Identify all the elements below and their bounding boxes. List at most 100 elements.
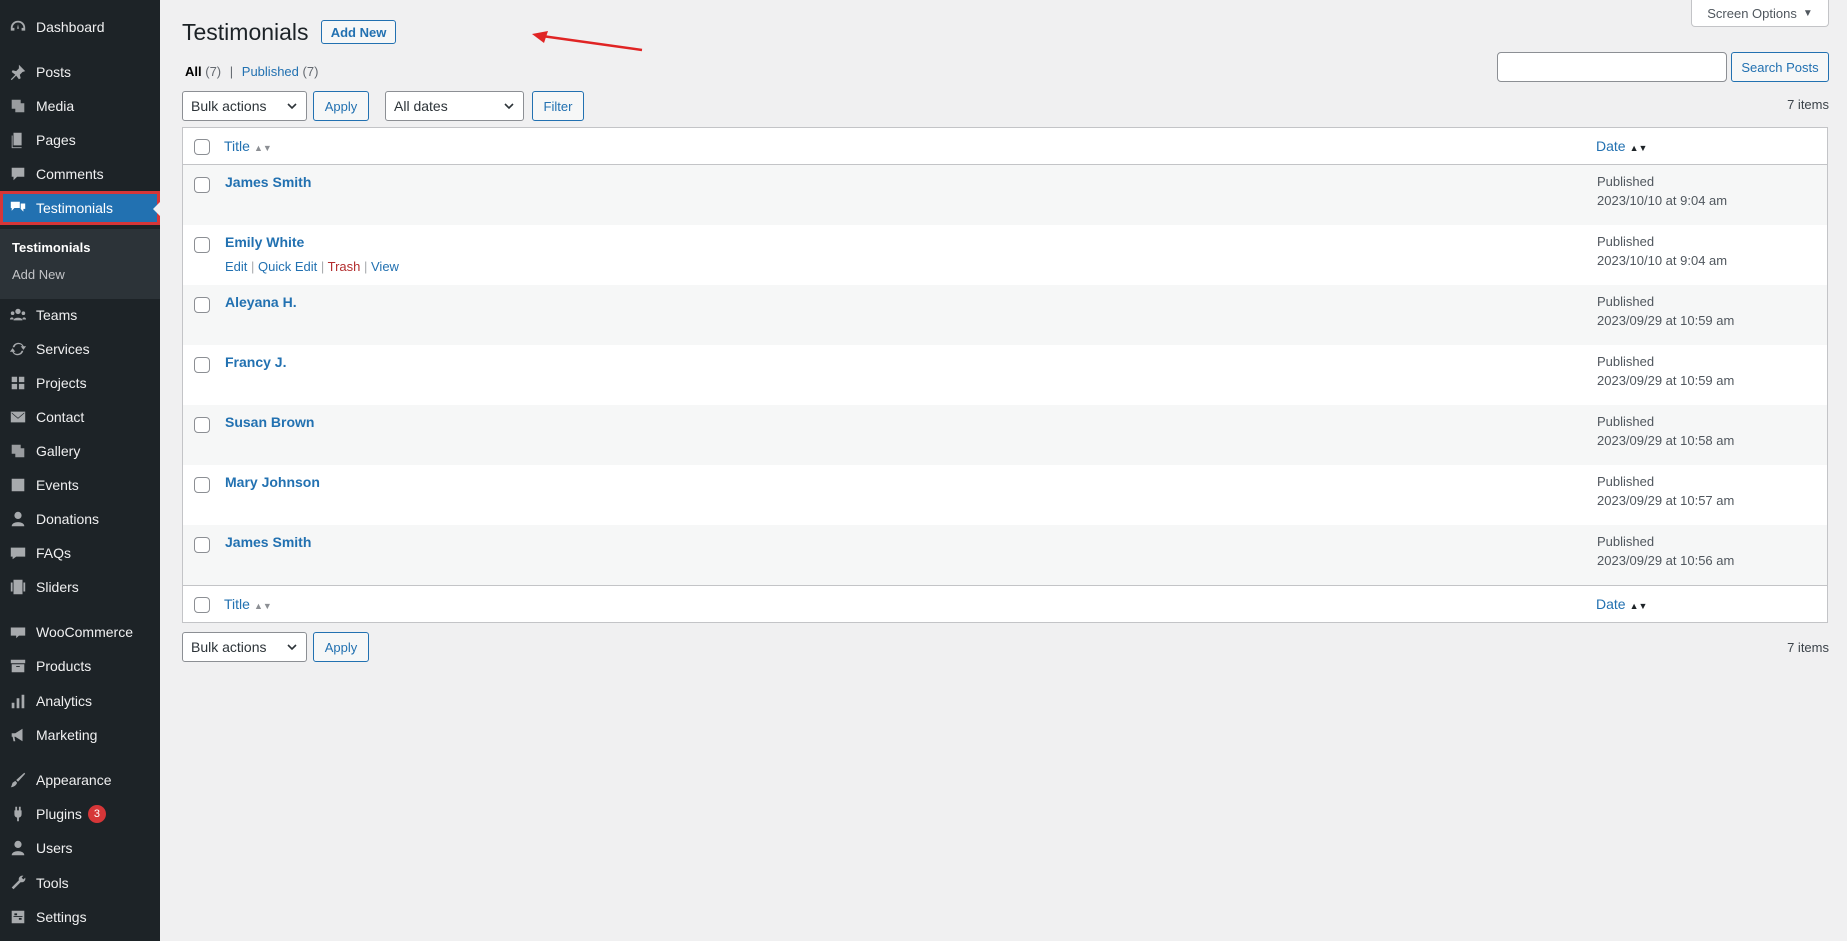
search-input[interactable] — [1497, 52, 1727, 82]
sidebar-item-teams[interactable]: Teams — [0, 298, 160, 332]
search-posts-button[interactable]: Search Posts — [1731, 52, 1829, 82]
sidebar-item-faqs[interactable]: FAQs — [0, 536, 160, 570]
row-title-link[interactable]: Francy J. — [225, 354, 286, 370]
chat-icon — [0, 544, 36, 562]
title-column-label: Title — [224, 138, 250, 154]
sidebar-item-analytics[interactable]: Analytics — [0, 684, 160, 718]
date-column-label: Date — [1596, 138, 1626, 154]
sidebar-item-contact[interactable]: Contact — [0, 400, 160, 434]
views-separator: | — [229, 64, 234, 79]
trash-link[interactable]: Trash — [328, 259, 361, 274]
sidebar-item-sliders[interactable]: Sliders — [0, 570, 160, 604]
title-column-header[interactable]: Title ▲▼ — [224, 138, 272, 154]
bulk-actions-value: Bulk actions — [191, 639, 267, 655]
sidebar-item-testimonials[interactable]: Testimonials — [0, 191, 161, 225]
view-all-link[interactable]: All — [185, 64, 202, 79]
quick-edit-link[interactable]: Quick Edit — [258, 259, 317, 274]
sidebar-item-users[interactable]: Users — [0, 831, 160, 865]
sidebar-item-appearance[interactable]: Appearance — [0, 763, 160, 797]
sidebar-item-plugins[interactable]: Plugins 3 — [0, 797, 160, 831]
sidebar-item-settings[interactable]: Settings — [0, 900, 160, 934]
submenu-item-add-new[interactable]: Add New — [12, 267, 65, 282]
submenu-item-testimonials[interactable]: Testimonials — [12, 240, 91, 255]
select-all-checkbox-footer[interactable] — [194, 597, 210, 613]
row-checkbox[interactable] — [194, 237, 210, 253]
testimonials-table: Title ▲▼ Date ▲▼ James Smith Published 202… — [182, 127, 1828, 623]
sort-desc-icon: ▲▼ — [1629, 601, 1648, 611]
table-row: Aleyana H. Published 2023/09/29 at 10:59… — [183, 285, 1827, 345]
bulk-actions-value: Bulk actions — [191, 98, 267, 114]
row-title-link[interactable]: Mary Johnson — [225, 474, 320, 490]
sidebar-item-label: Plugins — [36, 806, 82, 822]
row-checkbox[interactable] — [194, 297, 210, 313]
testimonials-submenu: Testimonials Add New — [0, 229, 160, 299]
sidebar-item-media[interactable]: Media — [0, 89, 160, 123]
date-column-header[interactable]: Date ▲▼ — [1596, 138, 1647, 154]
pages-icon — [0, 131, 36, 149]
woo-icon — [0, 623, 36, 641]
apply-button-bottom[interactable]: Apply — [313, 632, 369, 662]
sidebar-item-label: Sliders — [36, 579, 79, 595]
row-title-link[interactable]: James Smith — [225, 174, 311, 190]
row-title-link[interactable]: Susan Brown — [225, 414, 314, 430]
screen-options-toggle[interactable]: Screen Options ▼ — [1691, 0, 1829, 27]
sidebar-item-projects[interactable]: Projects — [0, 366, 160, 400]
select-all-checkbox[interactable] — [194, 139, 210, 155]
row-title-link[interactable]: James Smith — [225, 534, 311, 550]
sidebar-item-dashboard[interactable]: Dashboard — [0, 10, 160, 44]
dates-filter-select[interactable]: All dates — [385, 91, 524, 121]
row-checkbox[interactable] — [194, 357, 210, 373]
sidebar-item-marketing[interactable]: Marketing — [0, 718, 160, 752]
bulk-actions-select-bottom[interactable]: Bulk actions — [182, 632, 307, 662]
row-date: 2023/09/29 at 10:56 am — [1597, 553, 1735, 568]
sidebar-item-services[interactable]: Services — [0, 332, 160, 366]
add-new-button[interactable]: Add New — [321, 20, 396, 44]
chevron-down-icon — [287, 103, 297, 110]
megaphone-icon — [0, 726, 36, 744]
grid-icon — [0, 374, 36, 392]
view-link[interactable]: View — [371, 259, 399, 274]
sidebar-item-donations[interactable]: Donations — [0, 502, 160, 536]
bulk-actions-select-top[interactable]: Bulk actions — [182, 91, 307, 121]
sidebar-item-posts[interactable]: Posts — [0, 55, 160, 89]
view-published-count: (7) — [302, 64, 319, 79]
row-date: 2023/09/29 at 10:57 am — [1597, 493, 1735, 508]
title-column-footer[interactable]: Title ▲▼ — [224, 596, 272, 612]
row-checkbox[interactable] — [194, 417, 210, 433]
view-published-link[interactable]: Published — [242, 64, 299, 79]
apply-button-top[interactable]: Apply — [313, 91, 369, 121]
row-checkbox[interactable] — [194, 477, 210, 493]
sidebar-item-products[interactable]: Products — [0, 649, 160, 683]
dashboard-icon — [0, 18, 36, 36]
slides-icon — [0, 578, 36, 596]
sidebar-item-pages[interactable]: Pages — [0, 123, 160, 157]
row-checkbox[interactable] — [194, 177, 210, 193]
sidebar-item-tools[interactable]: Tools — [0, 866, 160, 900]
chevron-down-icon — [287, 644, 297, 651]
sidebar-item-label: Contact — [36, 409, 85, 425]
sidebar-item-label: Tools — [36, 875, 69, 891]
sidebar-item-woocommerce[interactable]: WooCommerce — [0, 615, 160, 649]
sidebar-item-comments[interactable]: Comments — [0, 157, 160, 191]
sidebar-item-gallery[interactable]: Gallery — [0, 434, 160, 468]
filter-button[interactable]: Filter — [532, 91, 584, 121]
chevron-down-icon — [504, 103, 514, 110]
row-checkbox[interactable] — [194, 537, 210, 553]
comment-icon — [0, 165, 36, 183]
row-date: 2023/09/29 at 10:58 am — [1597, 433, 1735, 448]
edit-link[interactable]: Edit — [225, 259, 247, 274]
view-all-count: (7) — [205, 64, 222, 79]
sidebar-item-label: FAQs — [36, 545, 72, 561]
row-status: Published — [1597, 174, 1655, 189]
sidebar-item-label: Appearance — [36, 772, 112, 788]
calendar-icon — [0, 476, 36, 494]
row-title-link[interactable]: Aleyana H. — [225, 294, 297, 310]
sidebar-item-label: Settings — [36, 909, 87, 925]
date-column-footer[interactable]: Date ▲▼ — [1596, 596, 1647, 612]
sidebar-item-events[interactable]: Events — [0, 468, 160, 502]
sidebar-item-label: Donations — [36, 511, 100, 527]
row-status: Published — [1597, 234, 1655, 249]
row-title-link[interactable]: Emily White — [225, 234, 304, 250]
plug-icon — [0, 805, 36, 823]
gallery-icon — [0, 442, 36, 460]
